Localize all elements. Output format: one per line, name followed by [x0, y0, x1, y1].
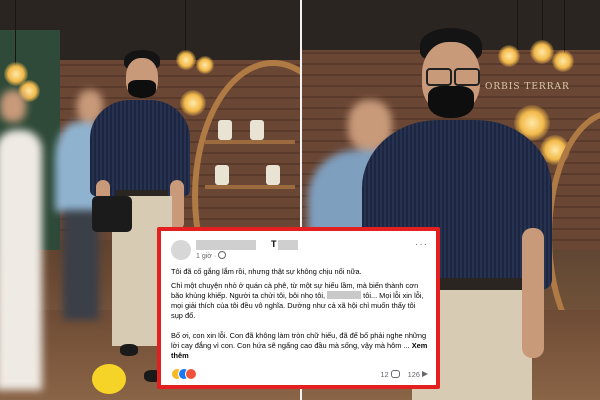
shelf	[205, 140, 295, 144]
pendant-lamp	[196, 56, 214, 74]
post-paragraph: Chỉ một chuyện nhỏ ở quán cà phê, từ một…	[171, 281, 428, 321]
post-time[interactable]: 1 giờ ·	[196, 253, 216, 260]
comment-icon	[390, 370, 400, 378]
wall-sign: ORBIS TERRAR	[485, 82, 570, 92]
pendant-lamp	[498, 45, 520, 67]
comment-count: 12	[380, 370, 389, 379]
jar	[250, 120, 264, 140]
post-paragraph: Bố ơi, con xin lỗi. Con đã không làm trò…	[171, 331, 428, 361]
post-text: Bố ơi, con xin lỗi. Con đã không làm trò…	[171, 331, 427, 350]
sad-reaction-icon	[185, 368, 197, 380]
shelf	[205, 185, 295, 189]
handbag	[92, 196, 132, 232]
jar	[266, 165, 280, 185]
pendant-lamp	[180, 90, 206, 116]
redacted-author-name[interactable]	[196, 240, 256, 250]
post-paragraph: Tôi đã cố gắng lắm rồi, nhưng thật sự kh…	[171, 267, 362, 276]
redacted-text	[327, 291, 362, 299]
face-mask	[128, 80, 156, 98]
author-name-suffix[interactable]: T	[271, 239, 277, 249]
share-count: 126	[407, 370, 420, 379]
share-icon	[422, 371, 428, 377]
post-stats: 12 126	[380, 370, 428, 379]
glasses	[426, 68, 452, 86]
face-mask	[428, 86, 474, 118]
redacted-author-name-part	[278, 240, 298, 250]
jar	[218, 120, 232, 140]
more-options-icon[interactable]: ···	[415, 239, 428, 250]
yellow-toy	[92, 364, 126, 394]
pendant-lamp	[530, 40, 554, 64]
jar	[215, 165, 229, 185]
post-meta: 1 giờ ·	[196, 251, 227, 260]
pendant-lamp	[552, 50, 574, 72]
pendant-lamp	[176, 50, 196, 70]
share-stat[interactable]: 126	[408, 370, 428, 379]
comment-stat[interactable]: 12	[380, 370, 400, 379]
facebook-post-card: T 1 giờ · ··· Tôi đã cố gắng lắm rồi, nh…	[161, 231, 436, 385]
author-avatar[interactable]	[171, 240, 191, 260]
globe-icon	[218, 251, 227, 259]
